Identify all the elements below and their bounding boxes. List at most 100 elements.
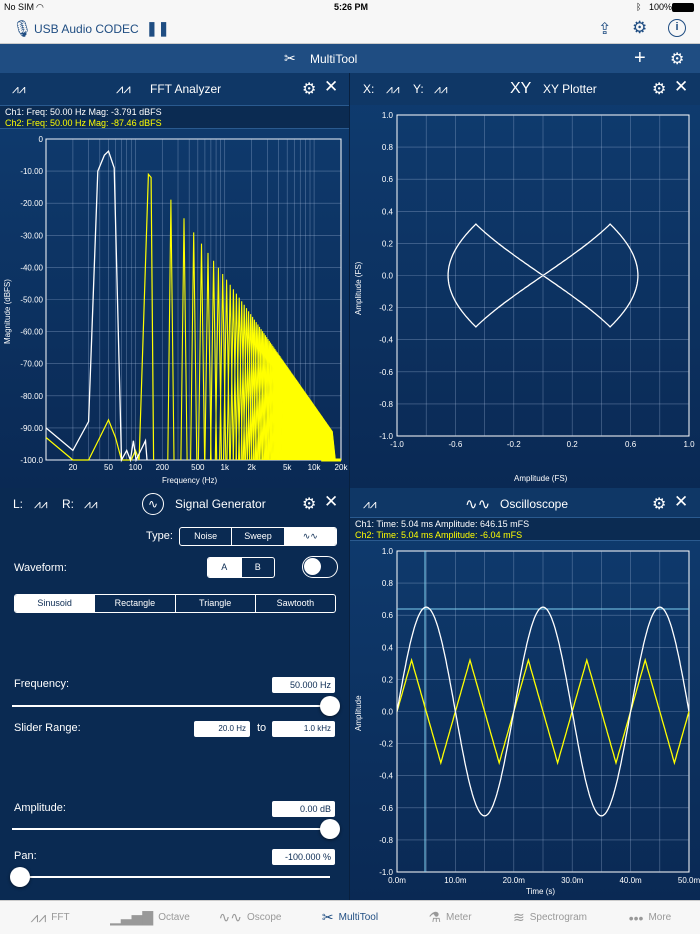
oscilloscope-close-icon[interactable]: ✕ xyxy=(674,492,688,512)
fft-close-icon[interactable]: ✕ xyxy=(324,77,338,97)
tab-spectrogram[interactable]: ≋ Spectrogram xyxy=(500,901,600,934)
fft-xtick: 200 xyxy=(156,463,170,472)
multitool-tab-icon: ✂ xyxy=(321,909,334,925)
fft-xtick: 50 xyxy=(104,463,113,472)
fft-settings-icon[interactable]: ⚙ xyxy=(302,79,316,99)
generator-close-icon[interactable]: ✕ xyxy=(324,492,338,512)
more-tab-icon: ••• xyxy=(628,909,644,926)
fft-chart[interactable]: 0 -10.00 -20.00 -30.00 -40.00 -50.00 -60.00 -70… xyxy=(0,129,350,488)
pan-field[interactable]: -100.000 % xyxy=(272,849,335,865)
ab-option-b[interactable]: B xyxy=(242,558,275,577)
tab-octave[interactable]: ▁▃▅▇ Octave xyxy=(100,901,200,934)
settings-gear-icon[interactable]: ⚙ xyxy=(632,18,647,38)
type-label: Type: xyxy=(146,530,173,542)
tab-fft[interactable]: ⩘⩘ FFT xyxy=(0,901,100,934)
spectrogram-tab-icon: ≋ xyxy=(513,909,525,925)
fft-ytick: -50.00 xyxy=(20,296,43,305)
oscilloscope-chart[interactable]: 1.00.80.60.40.20.0-0.2-0.4-0.6-0.8-1.00.… xyxy=(350,541,700,900)
xy-xtick: -0.2 xyxy=(507,440,521,449)
fft-ytick: -80.00 xyxy=(20,392,43,401)
range-max-field[interactable]: 1.0 kHz xyxy=(272,721,335,737)
oscope-tab-icon: ∿∿ xyxy=(218,909,242,925)
generator-settings-icon[interactable]: ⚙ xyxy=(302,494,316,514)
osc-ch2-readout: Ch2: Time: 5.04 ms Amplitude: -6.04 mFS xyxy=(355,530,523,540)
xy-xtick: -0.6 xyxy=(449,440,463,449)
y-input-icon[interactable]: ⩘⩘ xyxy=(434,82,448,97)
amplitude-field[interactable]: 0.00 dB xyxy=(272,801,335,817)
info-icon[interactable]: i xyxy=(668,19,686,37)
generator-title: Signal Generator xyxy=(175,497,266,511)
shape-triangle[interactable]: Triangle xyxy=(176,595,256,612)
xy-title: XY Plotter xyxy=(543,82,597,96)
y-input-label: Y: xyxy=(413,82,424,96)
osc-ytick: 0.8 xyxy=(382,579,394,588)
right-output-icon[interactable]: ⩘⩘ xyxy=(84,497,98,512)
octave-tab-icon: ▁▃▅▇ xyxy=(110,909,154,925)
range-min-field[interactable]: 20.0 Hz xyxy=(194,721,250,737)
xy-xlabel: Amplitude (FS) xyxy=(514,474,568,483)
fft-icon: ⩘⩘ xyxy=(116,81,131,96)
add-icon[interactable]: + xyxy=(634,47,646,70)
microphone-icon[interactable]: 🎙 xyxy=(12,19,32,39)
osc-xtick: 30.0m xyxy=(561,876,584,885)
xy-ytick: 0.2 xyxy=(382,239,394,248)
osc-xtick: 10.0m xyxy=(444,876,467,885)
tab-multitool[interactable]: ✂ MultiTool xyxy=(300,901,400,934)
xy-chart[interactable]: 1.00.80.60.40.20.0-0.2-0.4-0.6-0.8-1.0-1… xyxy=(350,105,700,488)
fft-ytick: -40.00 xyxy=(20,263,43,272)
fft-tab-icon: ⩘⩘ xyxy=(30,909,47,925)
xy-ytick: 0.4 xyxy=(382,207,394,216)
frequency-slider-knob[interactable] xyxy=(320,696,340,716)
type-selector[interactable]: Noise Sweep ∿∿ xyxy=(179,527,337,546)
xy-ytick: 0.6 xyxy=(382,175,394,184)
shape-sawtooth[interactable]: Sawtooth xyxy=(256,595,335,612)
oscilloscope-icon: ∿∿ xyxy=(465,496,491,513)
tab-more[interactable]: ••• More xyxy=(600,901,700,934)
fft-title: FFT Analyzer xyxy=(150,82,222,96)
shape-rectangle[interactable]: Rectangle xyxy=(95,595,176,612)
oscilloscope-panel: ⩘⩘ ∿∿ Oscilloscope ⚙ ✕ Ch1: Time: 5.04 m… xyxy=(350,488,700,900)
input-waveform-icon[interactable]: ⩘⩘ xyxy=(12,82,26,97)
type-sweep[interactable]: Sweep xyxy=(232,528,285,545)
channel-toggle[interactable] xyxy=(302,556,338,578)
tab-oscope[interactable]: ∿∿ Oscope xyxy=(200,901,300,934)
fft-xtick: 5k xyxy=(283,463,292,472)
ab-selector[interactable]: A B xyxy=(207,557,275,578)
waveform-label: Waveform: xyxy=(14,562,67,574)
frequency-slider[interactable] xyxy=(12,705,330,707)
shape-selector[interactable]: Sinusoid Rectangle Triangle Sawtooth xyxy=(14,594,336,613)
oscilloscope-settings-icon[interactable]: ⚙ xyxy=(652,494,666,514)
right-output-label: R: xyxy=(62,497,74,511)
fft-ch1-trace xyxy=(45,150,148,463)
type-noise[interactable]: Noise xyxy=(180,528,233,545)
ab-option-a[interactable]: A xyxy=(208,558,242,577)
oscilloscope-input-icon[interactable]: ⩘⩘ xyxy=(363,497,377,512)
xy-header: X: ⩘⩘ Y: ⩘⩘ XY XY Plotter ⚙ ✕ xyxy=(350,73,700,105)
amplitude-label: Amplitude: xyxy=(14,802,66,814)
fft-ytick: -20.00 xyxy=(20,199,43,208)
osc-xtick: 50.0m xyxy=(678,876,700,885)
amplitude-slider[interactable] xyxy=(12,828,330,830)
pan-slider[interactable] xyxy=(12,876,330,878)
xy-ytick: -0.6 xyxy=(379,368,393,377)
xy-settings-icon[interactable]: ⚙ xyxy=(652,79,666,99)
fft-ytick: -30.00 xyxy=(20,231,43,240)
share-icon[interactable]: ⇪ xyxy=(598,19,611,39)
xy-ytick: 0.0 xyxy=(382,272,394,281)
pause-icon[interactable]: ❚❚ xyxy=(146,20,169,37)
type-waveform[interactable]: ∿∿ xyxy=(284,528,336,545)
shape-sinusoid[interactable]: Sinusoid xyxy=(15,595,96,612)
generator-header: L: ⩘⩘ R: ⩘⩘ ∿ Signal Generator ⚙ ✕ xyxy=(0,488,349,520)
xy-close-icon[interactable]: ✕ xyxy=(674,77,688,97)
frequency-field[interactable]: 50.000 Hz xyxy=(272,677,335,693)
fft-ch2-harmonic xyxy=(204,252,212,461)
pan-slider-knob[interactable] xyxy=(10,867,30,887)
page-title: MultiTool xyxy=(310,52,358,66)
osc-ytick: 0.2 xyxy=(382,675,394,684)
x-input-icon[interactable]: ⩘⩘ xyxy=(386,82,400,97)
amplitude-slider-knob[interactable] xyxy=(320,819,340,839)
tab-meter[interactable]: ⚗ Meter xyxy=(400,901,500,934)
left-output-icon[interactable]: ⩘⩘ xyxy=(34,497,48,512)
layout-settings-icon[interactable]: ⚙ xyxy=(670,49,684,69)
device-name[interactable]: USB Audio CODEC xyxy=(34,22,139,36)
